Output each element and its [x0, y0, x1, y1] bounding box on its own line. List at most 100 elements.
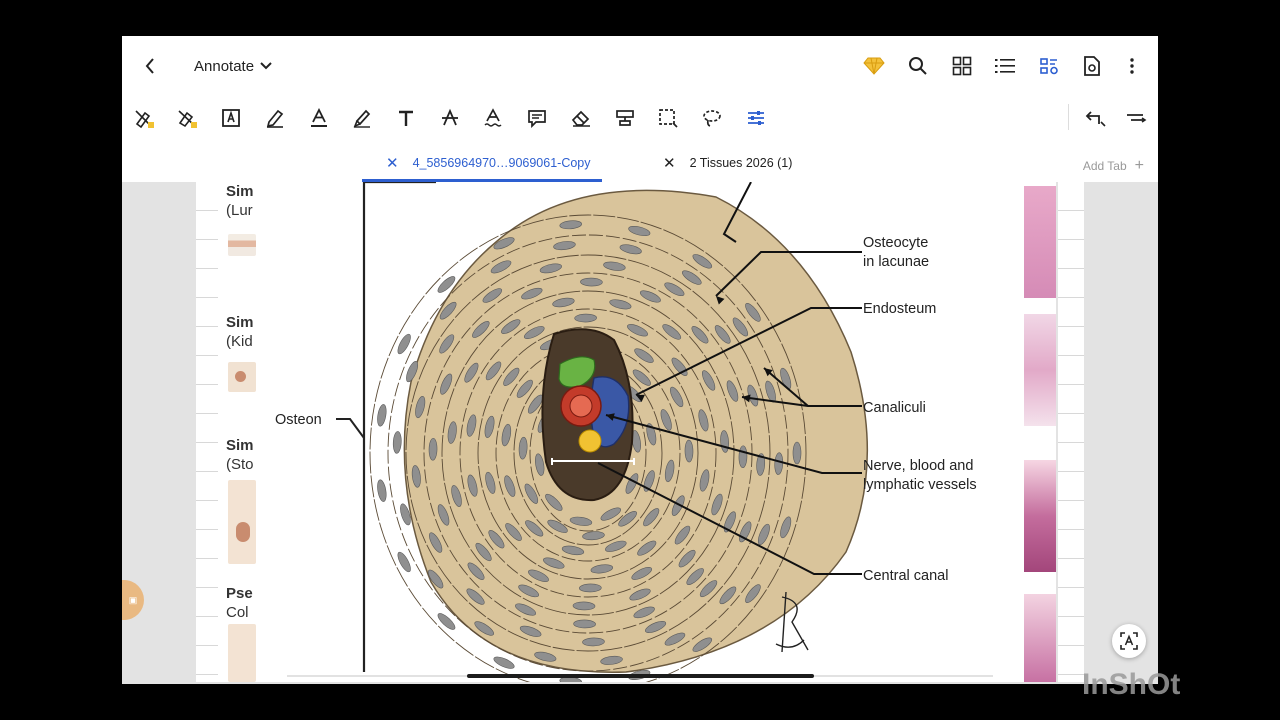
select-area-tool[interactable]	[654, 104, 682, 132]
more-icon	[1130, 58, 1134, 74]
marker-tool[interactable]	[348, 104, 376, 132]
undo-button[interactable]	[1082, 104, 1110, 132]
label-osteocyte-line2: in lacunae	[863, 254, 929, 270]
annotation-toolbar	[122, 98, 1158, 136]
tab-bar: ✕ 4_5856964970…9069061-Copy ✕ 2 Tissues …	[122, 144, 1158, 183]
premium-button[interactable]	[862, 54, 886, 78]
histology-thumbnail	[1024, 594, 1056, 682]
close-tab-icon[interactable]: ✕	[386, 154, 399, 172]
histology-thumbnail	[1024, 314, 1056, 426]
pdf-page: Sim (Lur Sim (Kid Sim (Sto Pse Col Osteon Ost…	[196, 182, 1084, 682]
squiggly-icon	[484, 108, 502, 127]
osteon-pointer	[336, 418, 365, 439]
search-button[interactable]	[906, 54, 930, 78]
text-box-icon	[222, 109, 240, 127]
select-area-icon	[659, 109, 678, 128]
histology-thumbnail	[1024, 460, 1056, 572]
collapse-toolbar-icon	[1127, 114, 1147, 123]
horizontal-scroll-thumb[interactable]	[467, 674, 814, 678]
text-box-tool[interactable]	[217, 104, 245, 132]
label-canaliculi: Canaliculi	[863, 400, 926, 416]
pdf-reader-window: Annotate ✕ 4_5856964970…9069061-Copy ✕ 2…	[122, 36, 1158, 684]
lasso-icon	[703, 110, 721, 127]
tab-tissues[interactable]: ✕ 2 Tissues 2026 (1)	[663, 152, 792, 174]
document-settings-button[interactable]	[1080, 54, 1104, 78]
collapse-toolbar-button[interactable]	[1122, 104, 1150, 132]
back-icon	[145, 58, 154, 74]
label-osteon: Osteon	[275, 412, 322, 428]
squiggly-tool[interactable]	[479, 104, 507, 132]
osteocyte-lacuna	[392, 431, 402, 454]
stamp-tool[interactable]	[611, 104, 639, 132]
label-vessels: Nerve, blood and	[863, 458, 973, 474]
thumbnails-button[interactable]	[950, 54, 974, 78]
comment-icon	[528, 110, 546, 128]
label-endosteum: Endosteum	[863, 301, 936, 317]
text-tool-icon	[399, 110, 413, 126]
lasso-tool[interactable]	[698, 104, 726, 132]
label-osteocyte: Osteocyte	[863, 235, 928, 251]
lymphatic-vessel	[578, 429, 602, 453]
tab-label: 2 Tissues 2026 (1)	[689, 156, 793, 170]
mode-selector[interactable]: Annotate	[194, 54, 272, 78]
osteocyte-lacuna	[574, 313, 597, 323]
text-tool[interactable]	[392, 104, 420, 132]
page-ruled-margin-right	[1058, 182, 1084, 682]
artery-lumen	[569, 394, 593, 418]
grid-icon	[952, 56, 972, 76]
search-icon	[909, 57, 927, 75]
osteocyte-lacuna	[684, 439, 694, 463]
tab-document-copy[interactable]: ✕ 4_5856964970…9069061-Copy	[386, 152, 591, 174]
underline-tool[interactable]	[305, 104, 333, 132]
text-scan-icon	[1120, 632, 1138, 650]
stamp-icon	[616, 110, 634, 126]
top-bar: Annotate	[122, 36, 1158, 94]
osteocyte-lacuna	[377, 404, 387, 427]
strikethrough-icon	[442, 108, 458, 126]
osteocyte-lacuna	[493, 656, 515, 669]
osteocyte-lacuna	[573, 619, 596, 629]
tool-settings[interactable]	[742, 104, 770, 132]
osteon-diagram: Osteon Osteocyte in lacunae Endosteum Canali…	[275, 182, 977, 682]
pen-tool[interactable]	[261, 104, 289, 132]
marker-icon	[353, 109, 371, 128]
comment-tool[interactable]	[523, 104, 551, 132]
osteocyte-lacuna	[738, 445, 748, 469]
list-icon	[995, 59, 1015, 73]
close-tab-icon[interactable]: ✕	[663, 154, 676, 172]
outline-button[interactable]	[993, 54, 1017, 78]
document-viewport[interactable]: Sim (Lur Sim (Kid Sim (Sto Pse Col Osteon Ost…	[122, 182, 1158, 684]
pen-icon	[266, 109, 284, 128]
assistant-icon: ▣	[128, 594, 138, 605]
mode-label: Annotate	[194, 57, 255, 75]
eraser-highlight-icon	[178, 110, 197, 128]
reflow-icon	[1040, 58, 1058, 75]
premium-diamond-icon	[863, 57, 885, 75]
floating-assistant-bubble[interactable]: ▣	[122, 580, 144, 620]
toolbar-divider	[1068, 104, 1069, 130]
underline-text-icon	[311, 108, 327, 127]
osteocyte-lacuna	[792, 441, 802, 465]
strikethrough-tool[interactable]	[436, 104, 464, 132]
osteocyte-lacuna	[428, 437, 438, 461]
tool-settings-icon	[748, 111, 764, 125]
add-tab-button[interactable]: Add Tab +	[1083, 157, 1144, 175]
more-button[interactable]	[1122, 54, 1142, 78]
add-tab-label: Add Tab	[1082, 159, 1127, 173]
tab-label: 4_5856964970…9069061-Copy	[412, 156, 591, 170]
reflow-button[interactable]	[1037, 54, 1061, 78]
eraser-icon	[571, 110, 590, 127]
highlighter-eraser-tool[interactable]	[130, 104, 158, 132]
undo-icon	[1085, 111, 1106, 127]
label-central-canal: Central canal	[863, 568, 948, 584]
back-button[interactable]	[140, 55, 160, 77]
chevron-down-icon	[260, 62, 272, 70]
doc-settings-icon	[1084, 56, 1100, 76]
eraser-tool[interactable]	[567, 104, 595, 132]
highlight-eraser-tool[interactable]	[173, 104, 201, 132]
osteocyte-lacuna	[579, 583, 602, 593]
plus-icon: +	[1134, 157, 1144, 174]
text-recognition-button[interactable]	[1112, 624, 1146, 658]
label-vessels-line2: lymphatic vessels	[863, 477, 977, 493]
osteocyte-lacuna	[580, 277, 603, 287]
